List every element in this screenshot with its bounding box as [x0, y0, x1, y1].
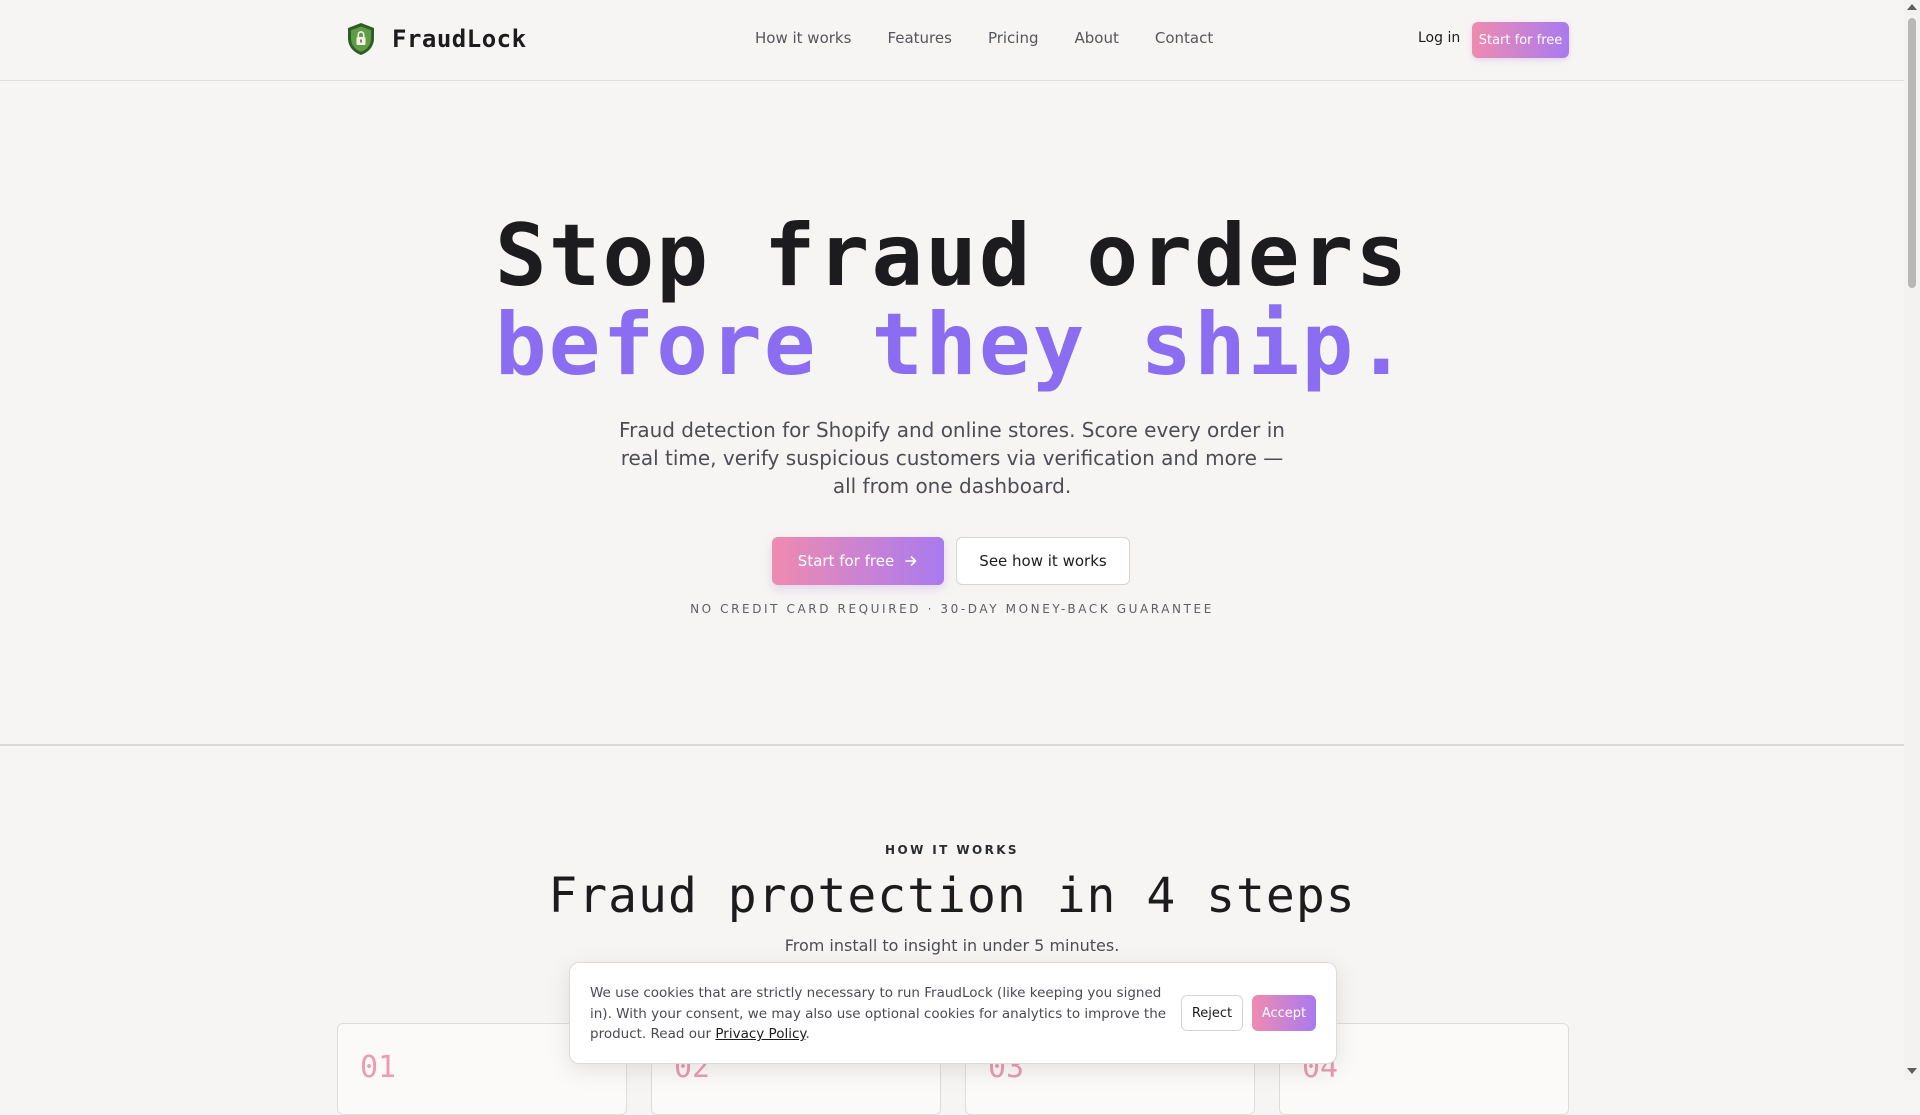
main-nav: How it works Features Pricing About Cont… [755, 29, 1213, 47]
nav-link-about[interactable]: About [1075, 29, 1119, 47]
scrollbar-thumb[interactable] [1908, 18, 1916, 288]
how-it-works-eyebrow: HOW IT WORKS [885, 843, 1019, 857]
cookie-banner: We use cookies that are strictly necessa… [569, 962, 1337, 1064]
scroll-down-arrow-icon[interactable] [1907, 1068, 1917, 1074]
hero-subtitle: Fraud detection for Shopify and online s… [619, 418, 1285, 498]
privacy-policy-link[interactable]: Privacy Policy [715, 1026, 805, 1042]
hero-start-free-label: Start for free [797, 552, 895, 570]
cookie-message: We use cookies that are strictly necessa… [590, 983, 1170, 1045]
shield-lock-icon [348, 23, 374, 55]
brand-logo[interactable]: FraudLock [346, 22, 527, 56]
hero-title-line-1: Stop fraud orders [494, 206, 1410, 306]
scroll-up-arrow-icon[interactable] [1907, 4, 1917, 10]
how-it-works-title: Fraud protection in 4 steps [548, 868, 1356, 924]
brand-name: FraudLock [392, 25, 527, 53]
see-how-it-works-button[interactable]: See how it works [956, 537, 1130, 585]
cookie-message-period: . [805, 1026, 810, 1042]
nav-link-pricing[interactable]: Pricing [988, 29, 1039, 47]
hero-cta-group: Start for free See how it works [772, 537, 1130, 585]
hero-guarantee-note: NO CREDIT CARD REQUIRED · 30-DAY MONEY-B… [690, 602, 1214, 616]
page-scrollbar[interactable] [1904, 0, 1920, 1080]
site-header: FraudLock How it works Features Pricing … [0, 0, 1904, 81]
hero-start-free-button[interactable]: Start for free [772, 537, 944, 585]
nav-link-features[interactable]: Features [887, 29, 952, 47]
login-link[interactable]: Log in [1418, 30, 1460, 46]
header-start-free-button[interactable]: Start for free [1472, 22, 1569, 58]
cookie-accept-button[interactable]: Accept [1252, 995, 1316, 1031]
nav-link-how-it-works[interactable]: How it works [755, 29, 851, 47]
hero-title-line-2: before they ship. [494, 295, 1410, 395]
nav-link-contact[interactable]: Contact [1155, 29, 1213, 47]
cookie-message-text: We use cookies that are strictly necessa… [590, 985, 1167, 1042]
how-it-works-subtitle: From install to insight in under 5 minut… [784, 936, 1120, 955]
arrow-right-icon [905, 556, 917, 566]
cookie-reject-button[interactable]: Reject [1181, 995, 1243, 1031]
section-divider [0, 744, 1904, 746]
